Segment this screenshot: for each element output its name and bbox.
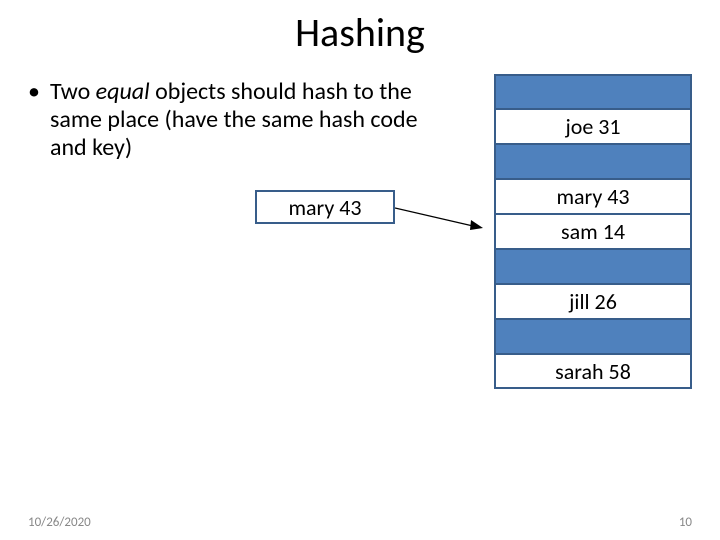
- hash-slot-4: sam 14: [494, 214, 692, 249]
- hash-slot-5: [494, 249, 692, 284]
- key-box: mary 43: [255, 190, 395, 224]
- hash-slot-label: sam 14: [561, 218, 625, 245]
- hash-slot-7: [494, 319, 692, 354]
- bullet-item: • Two equal objects should hash to the s…: [28, 78, 428, 162]
- footer-page: 10: [679, 515, 692, 530]
- bullet-prefix: Two: [50, 77, 96, 106]
- hash-slot-8: sarah 58: [494, 354, 692, 389]
- hash-slot-3: mary 43: [494, 179, 692, 214]
- hash-slot-label: joe 31: [565, 113, 620, 140]
- bullet-equal: equal: [96, 77, 150, 106]
- bullet-dot: •: [28, 78, 40, 162]
- footer-date: 10/26/2020: [28, 515, 91, 530]
- hash-table: joe 31 mary 43 sam 14 jill 26 sarah 58: [494, 74, 692, 389]
- hash-slot-1: joe 31: [494, 109, 692, 144]
- slide: Hashing • Two equal objects should hash …: [0, 0, 720, 540]
- hash-slot-label: sarah 58: [555, 358, 631, 385]
- slide-title: Hashing: [0, 8, 720, 57]
- hash-slot-0: [494, 74, 692, 109]
- hash-slot-6: jill 26: [494, 284, 692, 319]
- key-label: mary 43: [288, 194, 361, 221]
- hash-slot-label: jill 26: [569, 288, 617, 315]
- arrow-icon: [395, 196, 485, 236]
- hash-slot-2: [494, 144, 692, 179]
- bullet-text: Two equal objects should hash to the sam…: [50, 78, 428, 162]
- hash-slot-label: mary 43: [556, 183, 629, 210]
